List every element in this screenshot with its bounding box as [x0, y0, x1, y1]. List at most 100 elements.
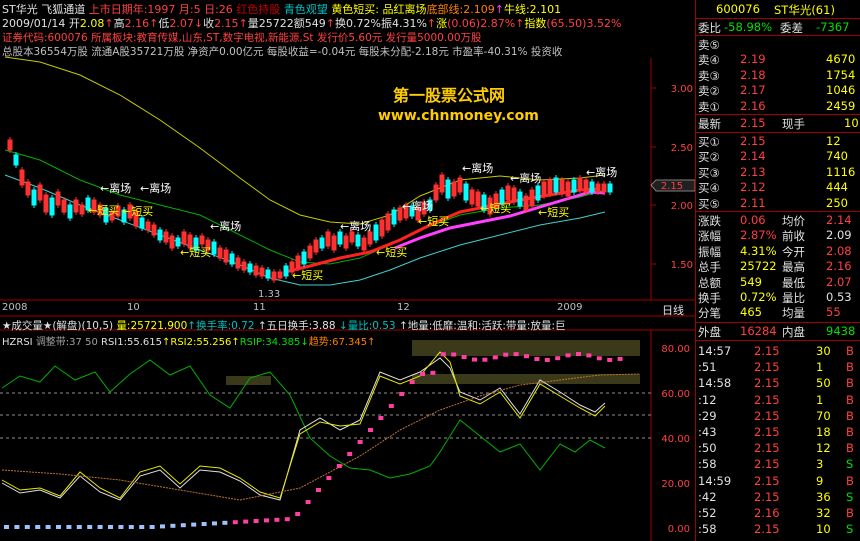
- buy-row[interactable]: 买② 2.14 740: [696, 149, 860, 164]
- candle-body: [229, 253, 235, 265]
- tick-row[interactable]: :58 2.15 3 S: [696, 457, 860, 472]
- stat-value: 2.16: [826, 259, 852, 274]
- stat-row[interactable]: 分笔 465 均量 55: [696, 305, 860, 320]
- stat-row[interactable]: 换手 0.72% 量比 0.53: [696, 290, 860, 305]
- tick-row[interactable]: :51 2.15 1 B: [696, 360, 860, 375]
- candle-body: [13, 154, 19, 166]
- rsip-dot: [139, 525, 145, 529]
- tick-row[interactable]: :50 2.15 12 B: [696, 441, 860, 456]
- volume-indicator-header: ★成交量★(解盘)(10,5) 量:25721.900↑换手率:0.72 ↑五日…: [2, 318, 565, 333]
- rsip-dot: [253, 519, 259, 523]
- candle-body: [307, 245, 313, 259]
- period-daily-tab[interactable]: 日线: [662, 302, 684, 318]
- tick-price: 2.15: [754, 408, 780, 423]
- rsip-dot: [128, 525, 134, 529]
- candle-body: [79, 204, 85, 215]
- stat-label: 振幅: [698, 244, 721, 259]
- tick-direction: B: [846, 376, 854, 391]
- quote-title-row: 600076 ST华光(61): [696, 2, 860, 17]
- stat-row[interactable]: 总手 25722 最高 2.16: [696, 259, 860, 274]
- buy-level-volume: 444: [826, 180, 848, 195]
- candle-body: [391, 209, 397, 225]
- tick-row[interactable]: :29 2.15 70 B: [696, 409, 860, 424]
- buy-row[interactable]: 买④ 2.12 444: [696, 180, 860, 195]
- candle-body: [259, 267, 265, 277]
- stat-row[interactable]: 涨跌 0.06 均价 2.14: [696, 213, 860, 228]
- vol-indicator-name[interactable]: ★成交量★(解盘)(10,5): [2, 320, 113, 332]
- rsi-axis-label: 0.00: [668, 524, 690, 535]
- buy-level-label: 买⑤: [698, 196, 720, 211]
- tick-row[interactable]: 14:58 2.15 50 B: [696, 376, 860, 391]
- candle-body: [235, 257, 241, 269]
- candle-body: [445, 179, 451, 199]
- sell-level-volume: 2459: [826, 98, 856, 113]
- signal-leave-label: ←离场: [402, 199, 433, 213]
- buy-level-price: 2.12: [740, 180, 766, 195]
- sell-row[interactable]: 卖⑤: [696, 37, 860, 52]
- rsip-dot: [56, 525, 61, 529]
- signal-short-buy-label: ←短买: [418, 214, 449, 228]
- buy-level-price: 2.15: [740, 134, 766, 148]
- outer-inner-row: 外盘 16284 内盘 9438: [696, 324, 860, 339]
- tick-row[interactable]: :43 2.15 18 B: [696, 425, 860, 440]
- rsip-dot: [388, 404, 394, 408]
- stat-label: 换手: [698, 291, 721, 305]
- tick-direction: S: [846, 522, 854, 537]
- sell-level-price: 2.19: [740, 52, 766, 67]
- rsi-axis-label: 60.00: [661, 389, 690, 400]
- kline-chart-area[interactable]: ST华光 飞狐通道 上市日期年:1997 月:5 日:26 红色持股 青色观望 …: [0, 0, 695, 541]
- quote-name: ST华光(61): [774, 3, 835, 17]
- rsip-dot: [555, 356, 561, 361]
- tick-direction: B: [846, 408, 854, 423]
- candle-body: [379, 219, 385, 237]
- rsip-dot: [576, 352, 581, 357]
- rsip-dot: [160, 524, 165, 529]
- sell-row[interactable]: 卖② 2.17 1046: [696, 83, 860, 98]
- stat-row[interactable]: 涨幅 2.87% 前收 2.09: [696, 228, 860, 243]
- tick-time: :12: [698, 392, 717, 407]
- rsip-dot: [87, 525, 93, 529]
- candle-body: [319, 237, 325, 249]
- stat-row[interactable]: 总额 549 最低 2.07: [696, 275, 860, 290]
- candle-body: [541, 181, 547, 197]
- tick-price: 2.15: [754, 425, 780, 439]
- candle-body: [175, 237, 181, 247]
- rsip-dot: [45, 525, 51, 529]
- tick-row[interactable]: :42 2.15 36 S: [696, 490, 860, 505]
- rsip-dot: [4, 525, 9, 529]
- rsip-dot: [305, 500, 311, 504]
- candle-body: [343, 235, 349, 249]
- outer-value: 16284: [740, 324, 777, 338]
- price-chart-svg: ←离场 ←离场←短买 ←短买←离场←短买←离场←短买←短买←离场←短买←离场←短买←…: [0, 56, 695, 541]
- rsip-dot: [243, 519, 249, 524]
- signal-short-buy-label: ←短买: [480, 201, 511, 215]
- sell-row[interactable]: 卖① 2.16 2459: [696, 99, 860, 114]
- tick-row[interactable]: :58 2.15 10 S: [696, 522, 860, 537]
- rsip-dot: [66, 525, 72, 529]
- rsip-dot: [451, 352, 457, 357]
- buy-row[interactable]: 买③ 2.13 1116: [696, 165, 860, 180]
- stat-label: 分笔: [698, 306, 721, 321]
- rsip-dot: [264, 518, 269, 523]
- candle-body: [361, 237, 367, 251]
- tick-row[interactable]: 14:57 2.15 30 B: [696, 344, 860, 359]
- candle-body: [295, 255, 301, 269]
- tick-row[interactable]: :52 2.16 32 B: [696, 506, 860, 521]
- buy-row[interactable]: 买⑤ 2.11 250: [696, 196, 860, 211]
- stat-label: 前收: [782, 229, 805, 244]
- stat-label: 均量: [782, 306, 805, 321]
- candle-body: [43, 194, 49, 213]
- tick-row[interactable]: 14:59 2.15 9 B: [696, 474, 860, 489]
- sell-row[interactable]: 卖③ 2.18 1754: [696, 68, 860, 83]
- rsi-indicator-name[interactable]: HZRSI: [2, 337, 33, 348]
- tick-direction: B: [846, 441, 854, 456]
- buy-row[interactable]: 买① 2.15 12: [696, 134, 860, 149]
- candle-body: [325, 231, 331, 247]
- tick-price: 2.15: [754, 473, 780, 488]
- sell-row[interactable]: 卖④ 2.19 4670: [696, 52, 860, 67]
- stat-row[interactable]: 振幅 4.31% 今开 2.08: [696, 244, 860, 259]
- candle-body: [331, 235, 337, 251]
- tick-row[interactable]: :12 2.15 1 B: [696, 393, 860, 408]
- vol-value: 量:25721.900: [116, 320, 188, 332]
- tick-price: 2.15: [754, 344, 780, 358]
